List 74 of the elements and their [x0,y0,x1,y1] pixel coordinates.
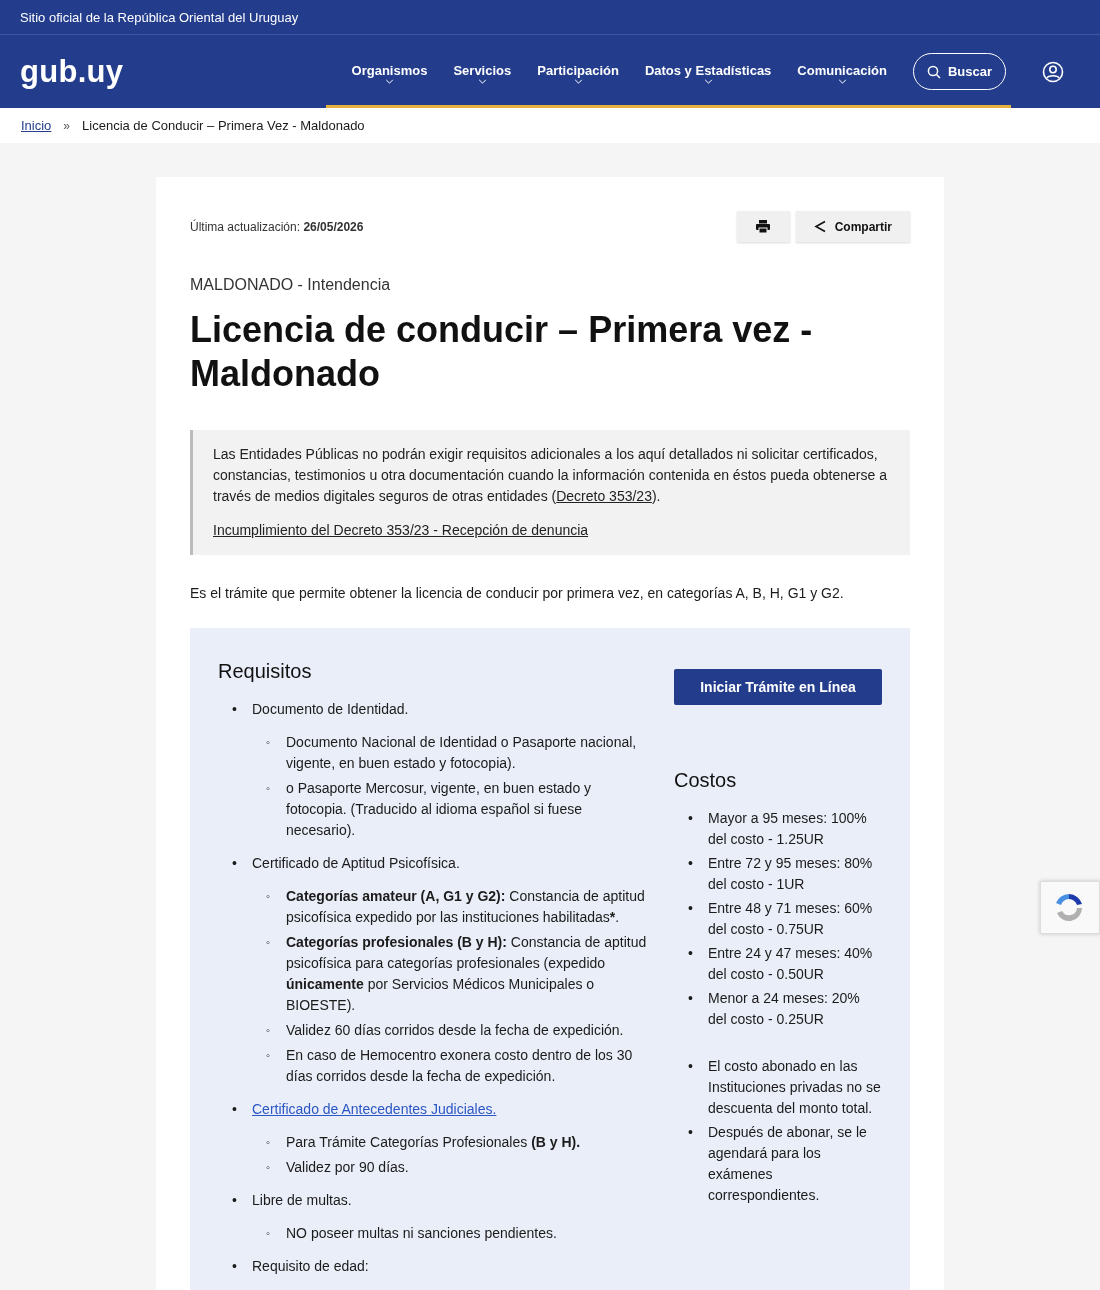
bullet: ◦ [266,889,271,904]
requirement-detail: Categorías profesionales (B y H): Constancia de aptitud psicofísica para categorías profesionales (expedido únicamente por Servicios Médicos Municipales o BIOESTE). [286,933,648,1015]
breadcrumb-current: Licencia de Conducir – Primera Vez - Maldonado [82,118,365,133]
bullet: • [688,944,694,963]
requirement-item: Certificado de Aptitud Psicofísica. [252,854,460,873]
printer-icon [756,220,771,233]
requirement-detail: o Pasaporte Mercosur, vigente, en buen estado y fotocopia. (Traducido al idioma español si fuese necesario). [286,779,593,840]
nav-link[interactable]: Organismos [338,59,441,84]
bullet: • [232,1191,238,1210]
notice-text: Las Entidades Públicas no podrán exigir requisitos adicionales a los aquí detallados ni solicitar certificados, constancias, testimonios u otra documentación cuando la información contenida en éstos pueda obtenerse a través de medios digitales seguros de otras entidades (Decreto 353/23). [213,445,888,506]
user-icon[interactable] [1042,60,1064,83]
bullet: • [232,700,238,719]
description-text: Es el trámite que permite obtener la licencia de conducir por primera vez, en categorías A, B, H, G1 y G2. [190,585,845,601]
bullet: ◦ [266,1023,271,1038]
recaptcha-badge[interactable] [1040,881,1100,934]
requirement-item: Libre de multas. [252,1191,352,1210]
requirement-link[interactable]: Certificado de Antecedentes Judiciales. [252,1101,497,1117]
cost-item: Entre 24 y 47 meses: 40% del costo - 0.50UR [708,944,874,984]
print-button[interactable] [736,211,790,242]
requirement-detail: Validez 60 días corridos desde la fecha de expedición. [286,1021,624,1040]
chevron-down-icon [477,79,487,84]
cost-item: Mayor a 95 meses: 100% del costo - 1.25UR [708,809,868,849]
bullet: ◦ [266,781,271,796]
official-site-text: Sitio oficial de la República Oriental del Uruguay [20,10,299,25]
chevron-down-icon [703,79,713,84]
page-title: Licencia de conducir – Primera vez - Maldonado [190,308,814,396]
bullet: ◦ [266,1226,271,1241]
organism-label: MALDONADO - Intendencia [190,276,392,294]
breadcrumb-link[interactable]: Inicio [21,118,52,133]
cost-item: Entre 48 y 71 meses: 60% del costo - 0.75UR [708,899,874,939]
bullet: ◦ [266,1135,271,1150]
search-icon [926,64,941,79]
requirement-detail: Categorías amateur (A, G1 y G2): Constancia de aptitud psicofísica expedido por las instituciones habilitadas*. [286,887,646,927]
requirement-detail: En caso de Hemocentro exonera costo dentro de los 30 días corridos desde la fecha de expedición. [286,1046,634,1086]
start-online-button[interactable]: Iniciar Trámite en Línea [674,669,882,705]
bullet: ◦ [266,1048,271,1063]
bullet: ◦ [266,735,271,750]
bullet: • [232,1100,238,1119]
costs-heading: Costos [674,769,738,792]
nav-link[interactable]: Participación [524,59,632,84]
share-icon [813,220,827,233]
bullet: ◦ [266,1160,271,1175]
bullet: • [688,1057,694,1076]
nav-link[interactable]: Comunicación [784,59,900,84]
cost-item: Menor a 24 meses: 20% del costo - 0.25UR [708,989,861,1029]
nav-link[interactable]: Servicios [440,59,525,84]
share-button[interactable]: Compartir [795,211,910,242]
requirement-detail: Validez por 90 días. [286,1158,409,1177]
decree-link[interactable]: Decreto 353/23 [556,488,652,504]
bullet: • [688,1123,694,1142]
bullet: ◦ [266,935,271,950]
requirement-item: Requisito de edad: [252,1257,369,1276]
chevron-down-icon [573,79,583,84]
bullet: • [232,1257,238,1276]
site-logo[interactable]: gub.uy [20,53,124,90]
bullet: • [688,899,694,918]
requirement-detail: Documento Nacional de Identidad o Pasaporte nacional, vigente, en buen estado y fotocopia). [286,733,638,773]
cost-item: Después de abonar, se le agendará para los exámenes correspondientes. [708,1123,868,1205]
requirement-detail: Para Trámite Categorías Profesionales (B y H). [286,1133,581,1152]
requirement-detail: NO poseer multas ni sanciones pendientes. [286,1224,557,1243]
bullet: • [688,809,694,828]
requirements-heading: Requisitos [218,660,313,683]
last-updated-text: Última actualización: 26/05/2026 [190,219,364,234]
bullet: • [688,854,694,873]
nav-link[interactable]: Datos y Estadísticas [631,59,785,84]
requirement-item: Documento de Identidad. [252,700,409,719]
bullet: • [688,989,694,1008]
breadcrumb-separator: » [63,118,71,133]
chevron-down-icon [385,79,394,84]
cost-item: Entre 72 y 95 meses: 80% del costo - 1UR [708,854,874,894]
bullet: • [232,854,238,873]
chevron-down-icon [837,79,847,84]
cost-item: El costo abonado en las Instituciones privadas no se descuenta del monto total. [708,1057,882,1118]
complaint-link[interactable]: Incumplimiento del Decreto 353/23 - Recepción de denuncia [213,522,589,538]
